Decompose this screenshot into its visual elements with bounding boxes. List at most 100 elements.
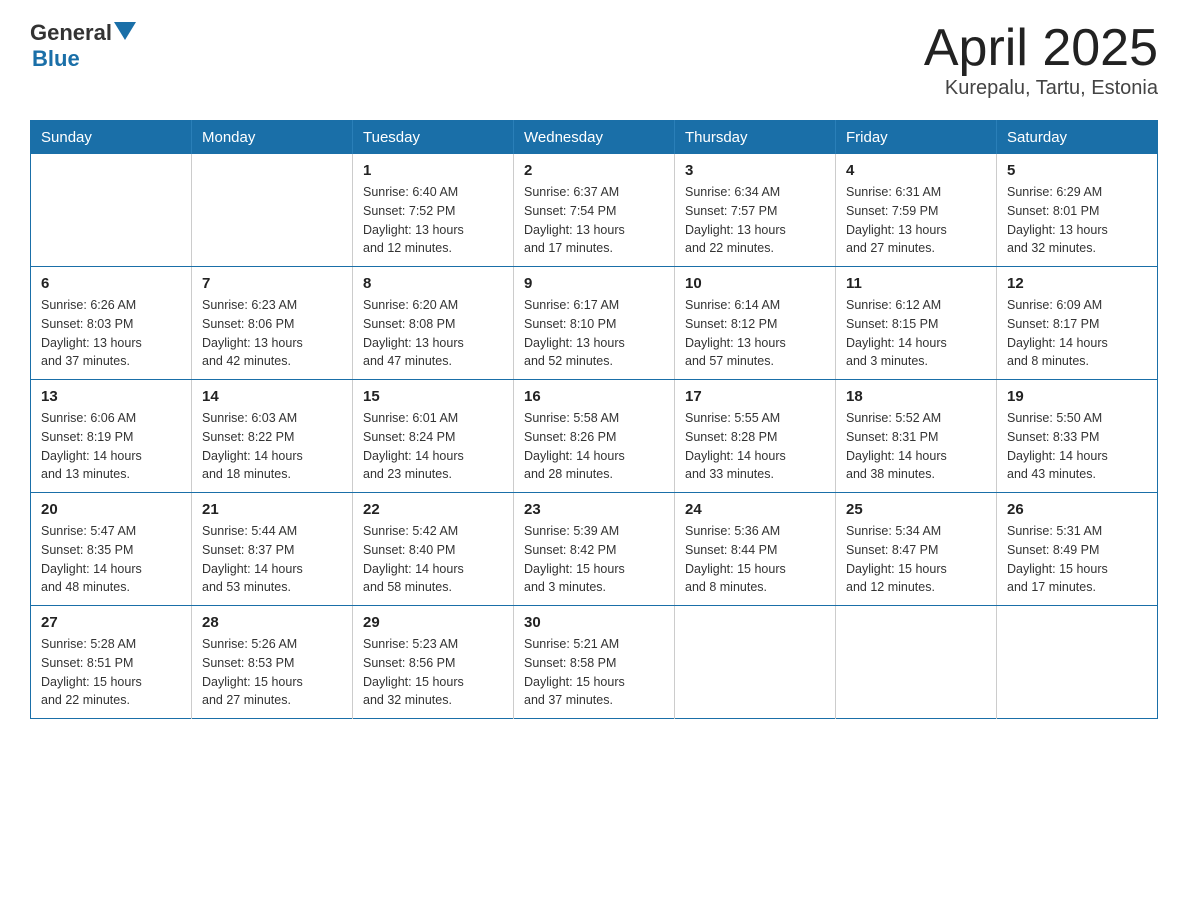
calendar-week-row: 27 Sunrise: 5:28 AM Sunset: 8:51 PM Dayli… <box>31 606 1158 719</box>
day-info: Sunrise: 6:29 AM Sunset: 8:01 PM Dayligh… <box>1007 183 1147 258</box>
day-info: Sunrise: 5:36 AM Sunset: 8:44 PM Dayligh… <box>685 522 825 597</box>
calendar-day-cell: 7Sunrise: 6:23 AM Sunset: 8:06 PM Daylig… <box>192 267 353 380</box>
calendar-day-cell <box>997 606 1158 719</box>
calendar-day-cell: 8Sunrise: 6:20 AM Sunset: 8:08 PM Daylig… <box>353 267 514 380</box>
day-number: 4 <box>846 162 986 179</box>
day-info: Sunrise: 6:40 AM Sunset: 7:52 PM Dayligh… <box>363 183 503 258</box>
calendar-week-row: 6 Sunrise: 6:26 AM Sunset: 8:03 PM Daylig… <box>31 267 1158 380</box>
calendar-day-cell: 22 Sunrise: 5:42 AM Sunset: 8:40 PM Dayli… <box>353 493 514 606</box>
day-number: 30 <box>524 614 664 631</box>
day-info: Sunrise: 6:09 AM Sunset: 8:17 PM Dayligh… <box>1007 296 1147 371</box>
day-info: Sunrise: 5:23 AM Sunset: 8:56 PM Dayligh… <box>363 635 503 710</box>
day-number: 22 <box>363 501 503 518</box>
day-number: 6 <box>41 275 181 292</box>
calendar-day-cell: 2 Sunrise: 6:37 AM Sunset: 7:54 PM Daylig… <box>514 154 675 267</box>
day-info: Sunrise: 6:01 AM Sunset: 8:24 PM Dayligh… <box>363 409 503 484</box>
page-subtitle: Kurepalu, Tartu, Estonia <box>924 77 1158 100</box>
calendar-day-cell: 30 Sunrise: 5:21 AM Sunset: 8:58 PM Dayli… <box>514 606 675 719</box>
day-info: Sunrise: 5:58 AM Sunset: 8:26 PM Dayligh… <box>524 409 664 484</box>
day-info: Sunrise: 6:06 AM Sunset: 8:19 PM Dayligh… <box>41 409 181 484</box>
calendar-table: SundayMondayTuesdayWednesdayThursdayFrid… <box>30 120 1158 719</box>
calendar-week-row: 13 Sunrise: 6:06 AM Sunset: 8:19 PM Dayli… <box>31 380 1158 493</box>
calendar-day-cell: 23 Sunrise: 5:39 AM Sunset: 8:42 PM Dayli… <box>514 493 675 606</box>
calendar-day-cell: 12 Sunrise: 6:09 AM Sunset: 8:17 PM Dayli… <box>997 267 1158 380</box>
calendar-header-row: SundayMondayTuesdayWednesdayThursdayFrid… <box>31 121 1158 155</box>
weekday-header: Tuesday <box>353 121 514 155</box>
day-number: 2 <box>524 162 664 179</box>
calendar-day-cell: 29Sunrise: 5:23 AM Sunset: 8:56 PM Dayli… <box>353 606 514 719</box>
calendar-day-cell: 10 Sunrise: 6:14 AM Sunset: 8:12 PM Dayli… <box>675 267 836 380</box>
day-info: Sunrise: 6:14 AM Sunset: 8:12 PM Dayligh… <box>685 296 825 371</box>
day-number: 23 <box>524 501 664 518</box>
day-number: 8 <box>363 275 503 292</box>
calendar-day-cell: 6 Sunrise: 6:26 AM Sunset: 8:03 PM Daylig… <box>31 267 192 380</box>
day-info: Sunrise: 5:34 AM Sunset: 8:47 PM Dayligh… <box>846 522 986 597</box>
calendar-day-cell: 20Sunrise: 5:47 AM Sunset: 8:35 PM Dayli… <box>31 493 192 606</box>
weekday-header: Wednesday <box>514 121 675 155</box>
calendar-day-cell: 21Sunrise: 5:44 AM Sunset: 8:37 PM Dayli… <box>192 493 353 606</box>
day-info: Sunrise: 6:31 AM Sunset: 7:59 PM Dayligh… <box>846 183 986 258</box>
calendar-day-cell: 16Sunrise: 5:58 AM Sunset: 8:26 PM Dayli… <box>514 380 675 493</box>
logo-general-text: General <box>30 20 112 46</box>
day-number: 14 <box>202 388 342 405</box>
day-number: 19 <box>1007 388 1147 405</box>
calendar-day-cell: 4 Sunrise: 6:31 AM Sunset: 7:59 PM Daylig… <box>836 154 997 267</box>
day-number: 24 <box>685 501 825 518</box>
page-header: General Blue April 2025 Kurepalu, Tartu,… <box>30 20 1158 100</box>
calendar-day-cell: 14 Sunrise: 6:03 AM Sunset: 8:22 PM Dayli… <box>192 380 353 493</box>
day-info: Sunrise: 5:31 AM Sunset: 8:49 PM Dayligh… <box>1007 522 1147 597</box>
calendar-day-cell: 3Sunrise: 6:34 AM Sunset: 7:57 PM Daylig… <box>675 154 836 267</box>
day-info: Sunrise: 6:37 AM Sunset: 7:54 PM Dayligh… <box>524 183 664 258</box>
calendar-day-cell: 26 Sunrise: 5:31 AM Sunset: 8:49 PM Dayli… <box>997 493 1158 606</box>
calendar-day-cell <box>836 606 997 719</box>
calendar-day-cell: 13 Sunrise: 6:06 AM Sunset: 8:19 PM Dayli… <box>31 380 192 493</box>
calendar-day-cell: 25 Sunrise: 5:34 AM Sunset: 8:47 PM Dayli… <box>836 493 997 606</box>
day-number: 5 <box>1007 162 1147 179</box>
day-info: Sunrise: 6:03 AM Sunset: 8:22 PM Dayligh… <box>202 409 342 484</box>
calendar-day-cell: 19 Sunrise: 5:50 AM Sunset: 8:33 PM Dayli… <box>997 380 1158 493</box>
day-number: 25 <box>846 501 986 518</box>
day-info: Sunrise: 5:50 AM Sunset: 8:33 PM Dayligh… <box>1007 409 1147 484</box>
day-info: Sunrise: 5:44 AM Sunset: 8:37 PM Dayligh… <box>202 522 342 597</box>
day-number: 11 <box>846 275 986 292</box>
calendar-day-cell: 24 Sunrise: 5:36 AM Sunset: 8:44 PM Dayli… <box>675 493 836 606</box>
logo: General Blue <box>30 20 136 72</box>
day-info: Sunrise: 5:52 AM Sunset: 8:31 PM Dayligh… <box>846 409 986 484</box>
day-number: 15 <box>363 388 503 405</box>
calendar-day-cell <box>31 154 192 267</box>
calendar-day-cell <box>675 606 836 719</box>
day-number: 26 <box>1007 501 1147 518</box>
weekday-header: Sunday <box>31 121 192 155</box>
logo-blue-text: Blue <box>32 46 80 71</box>
calendar-day-cell: 28Sunrise: 5:26 AM Sunset: 8:53 PM Dayli… <box>192 606 353 719</box>
weekday-header: Thursday <box>675 121 836 155</box>
day-info: Sunrise: 6:12 AM Sunset: 8:15 PM Dayligh… <box>846 296 986 371</box>
day-number: 17 <box>685 388 825 405</box>
day-info: Sunrise: 6:23 AM Sunset: 8:06 PM Dayligh… <box>202 296 342 371</box>
day-number: 9 <box>524 275 664 292</box>
logo-triangle-icon <box>114 22 136 44</box>
title-section: April 2025 Kurepalu, Tartu, Estonia <box>924 20 1158 100</box>
day-number: 27 <box>41 614 181 631</box>
calendar-week-row: 1Sunrise: 6:40 AM Sunset: 7:52 PM Daylig… <box>31 154 1158 267</box>
calendar-day-cell: 11 Sunrise: 6:12 AM Sunset: 8:15 PM Dayli… <box>836 267 997 380</box>
day-info: Sunrise: 5:21 AM Sunset: 8:58 PM Dayligh… <box>524 635 664 710</box>
calendar-day-cell: 9 Sunrise: 6:17 AM Sunset: 8:10 PM Daylig… <box>514 267 675 380</box>
calendar-day-cell: 1Sunrise: 6:40 AM Sunset: 7:52 PM Daylig… <box>353 154 514 267</box>
day-number: 12 <box>1007 275 1147 292</box>
day-info: Sunrise: 6:26 AM Sunset: 8:03 PM Dayligh… <box>41 296 181 371</box>
weekday-header: Friday <box>836 121 997 155</box>
day-info: Sunrise: 5:28 AM Sunset: 8:51 PM Dayligh… <box>41 635 181 710</box>
calendar-week-row: 20Sunrise: 5:47 AM Sunset: 8:35 PM Dayli… <box>31 493 1158 606</box>
day-info: Sunrise: 5:42 AM Sunset: 8:40 PM Dayligh… <box>363 522 503 597</box>
calendar-day-cell: 27 Sunrise: 5:28 AM Sunset: 8:51 PM Dayli… <box>31 606 192 719</box>
day-number: 10 <box>685 275 825 292</box>
day-number: 13 <box>41 388 181 405</box>
day-info: Sunrise: 5:47 AM Sunset: 8:35 PM Dayligh… <box>41 522 181 597</box>
day-info: Sunrise: 5:39 AM Sunset: 8:42 PM Dayligh… <box>524 522 664 597</box>
day-info: Sunrise: 6:17 AM Sunset: 8:10 PM Dayligh… <box>524 296 664 371</box>
day-number: 3 <box>685 162 825 179</box>
weekday-header: Monday <box>192 121 353 155</box>
calendar-day-cell: 15 Sunrise: 6:01 AM Sunset: 8:24 PM Dayli… <box>353 380 514 493</box>
day-info: Sunrise: 5:55 AM Sunset: 8:28 PM Dayligh… <box>685 409 825 484</box>
